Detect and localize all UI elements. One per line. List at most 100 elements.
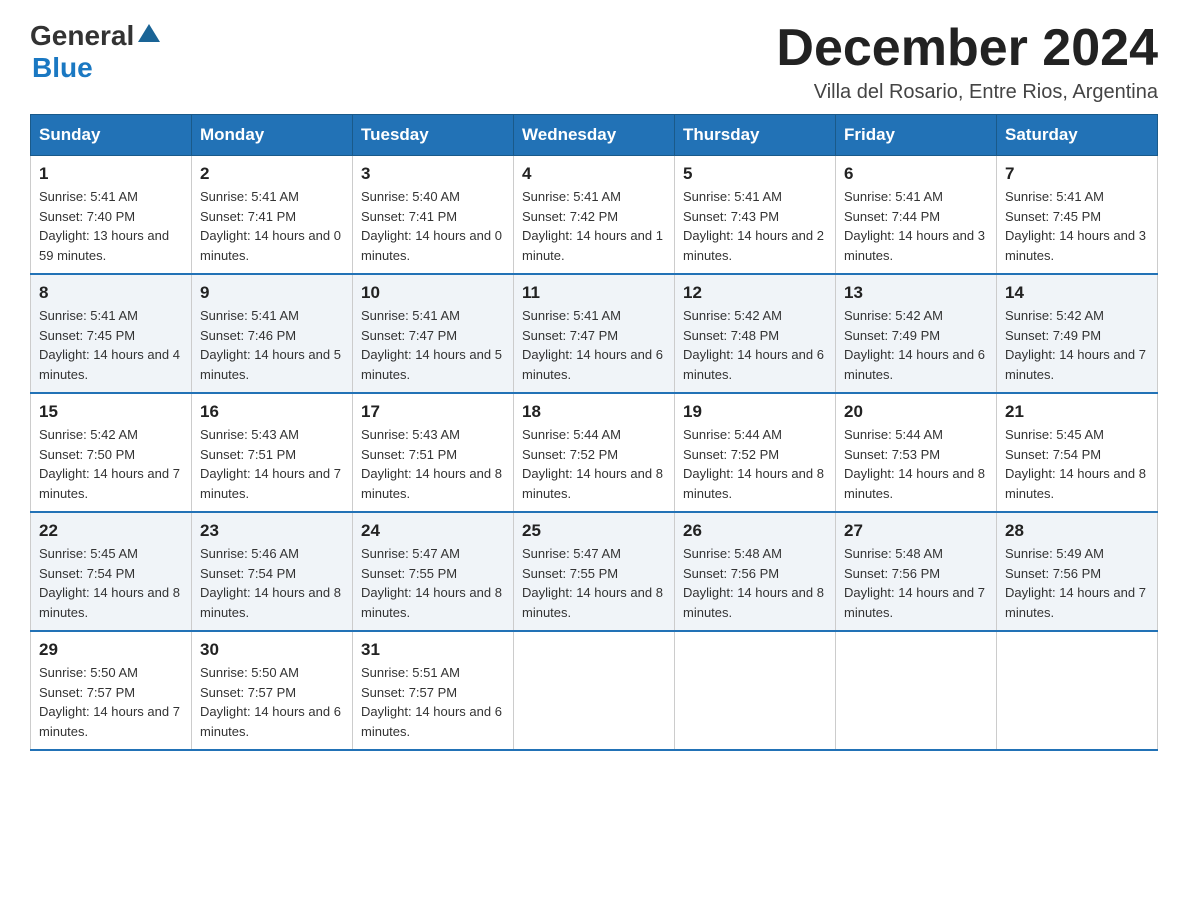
day-number: 25	[522, 521, 666, 541]
day-info: Sunrise: 5:41 AMSunset: 7:41 PMDaylight:…	[200, 189, 341, 263]
day-number: 11	[522, 283, 666, 303]
calendar-cell: 16 Sunrise: 5:43 AMSunset: 7:51 PMDaylig…	[192, 393, 353, 512]
day-number: 9	[200, 283, 344, 303]
day-number: 24	[361, 521, 505, 541]
header-monday: Monday	[192, 115, 353, 156]
calendar-cell	[675, 631, 836, 750]
day-number: 22	[39, 521, 183, 541]
day-number: 17	[361, 402, 505, 422]
day-info: Sunrise: 5:46 AMSunset: 7:54 PMDaylight:…	[200, 546, 341, 620]
day-number: 7	[1005, 164, 1149, 184]
day-number: 31	[361, 640, 505, 660]
day-info: Sunrise: 5:47 AMSunset: 7:55 PMDaylight:…	[361, 546, 502, 620]
day-info: Sunrise: 5:47 AMSunset: 7:55 PMDaylight:…	[522, 546, 663, 620]
day-info: Sunrise: 5:41 AMSunset: 7:45 PMDaylight:…	[1005, 189, 1146, 263]
calendar-cell: 24 Sunrise: 5:47 AMSunset: 7:55 PMDaylig…	[353, 512, 514, 631]
calendar-cell: 12 Sunrise: 5:42 AMSunset: 7:48 PMDaylig…	[675, 274, 836, 393]
calendar-cell	[836, 631, 997, 750]
day-number: 18	[522, 402, 666, 422]
calendar-cell: 25 Sunrise: 5:47 AMSunset: 7:55 PMDaylig…	[514, 512, 675, 631]
day-info: Sunrise: 5:51 AMSunset: 7:57 PMDaylight:…	[361, 665, 502, 739]
day-info: Sunrise: 5:41 AMSunset: 7:46 PMDaylight:…	[200, 308, 341, 382]
day-info: Sunrise: 5:41 AMSunset: 7:45 PMDaylight:…	[39, 308, 180, 382]
calendar-cell: 28 Sunrise: 5:49 AMSunset: 7:56 PMDaylig…	[997, 512, 1158, 631]
day-number: 5	[683, 164, 827, 184]
calendar-cell: 5 Sunrise: 5:41 AMSunset: 7:43 PMDayligh…	[675, 156, 836, 275]
calendar-cell: 8 Sunrise: 5:41 AMSunset: 7:45 PMDayligh…	[31, 274, 192, 393]
page-header: General Blue December 2024 Villa del Ros…	[30, 20, 1158, 104]
calendar-cell: 19 Sunrise: 5:44 AMSunset: 7:52 PMDaylig…	[675, 393, 836, 512]
day-number: 1	[39, 164, 183, 184]
logo-general-text: General	[30, 20, 134, 52]
calendar-week-row: 8 Sunrise: 5:41 AMSunset: 7:45 PMDayligh…	[31, 274, 1158, 393]
day-number: 19	[683, 402, 827, 422]
calendar-cell: 7 Sunrise: 5:41 AMSunset: 7:45 PMDayligh…	[997, 156, 1158, 275]
day-info: Sunrise: 5:41 AMSunset: 7:47 PMDaylight:…	[361, 308, 502, 382]
day-info: Sunrise: 5:42 AMSunset: 7:50 PMDaylight:…	[39, 427, 180, 501]
day-number: 26	[683, 521, 827, 541]
day-info: Sunrise: 5:45 AMSunset: 7:54 PMDaylight:…	[1005, 427, 1146, 501]
day-info: Sunrise: 5:45 AMSunset: 7:54 PMDaylight:…	[39, 546, 180, 620]
day-info: Sunrise: 5:48 AMSunset: 7:56 PMDaylight:…	[683, 546, 824, 620]
day-info: Sunrise: 5:41 AMSunset: 7:42 PMDaylight:…	[522, 189, 663, 263]
calendar-week-row: 22 Sunrise: 5:45 AMSunset: 7:54 PMDaylig…	[31, 512, 1158, 631]
calendar-cell: 21 Sunrise: 5:45 AMSunset: 7:54 PMDaylig…	[997, 393, 1158, 512]
day-info: Sunrise: 5:44 AMSunset: 7:53 PMDaylight:…	[844, 427, 985, 501]
title-block: December 2024 Villa del Rosario, Entre R…	[776, 20, 1158, 104]
day-info: Sunrise: 5:44 AMSunset: 7:52 PMDaylight:…	[522, 427, 663, 501]
day-number: 30	[200, 640, 344, 660]
calendar-cell	[514, 631, 675, 750]
calendar-cell: 31 Sunrise: 5:51 AMSunset: 7:57 PMDaylig…	[353, 631, 514, 750]
calendar-cell	[997, 631, 1158, 750]
day-info: Sunrise: 5:41 AMSunset: 7:40 PMDaylight:…	[39, 189, 169, 263]
day-number: 27	[844, 521, 988, 541]
day-number: 14	[1005, 283, 1149, 303]
calendar-header-row: SundayMondayTuesdayWednesdayThursdayFrid…	[31, 115, 1158, 156]
calendar-cell: 6 Sunrise: 5:41 AMSunset: 7:44 PMDayligh…	[836, 156, 997, 275]
calendar-cell: 14 Sunrise: 5:42 AMSunset: 7:49 PMDaylig…	[997, 274, 1158, 393]
day-info: Sunrise: 5:44 AMSunset: 7:52 PMDaylight:…	[683, 427, 824, 501]
calendar-week-row: 1 Sunrise: 5:41 AMSunset: 7:40 PMDayligh…	[31, 156, 1158, 275]
calendar-cell: 2 Sunrise: 5:41 AMSunset: 7:41 PMDayligh…	[192, 156, 353, 275]
day-info: Sunrise: 5:43 AMSunset: 7:51 PMDaylight:…	[200, 427, 341, 501]
day-number: 10	[361, 283, 505, 303]
day-number: 16	[200, 402, 344, 422]
day-info: Sunrise: 5:42 AMSunset: 7:49 PMDaylight:…	[844, 308, 985, 382]
calendar-cell: 30 Sunrise: 5:50 AMSunset: 7:57 PMDaylig…	[192, 631, 353, 750]
day-info: Sunrise: 5:49 AMSunset: 7:56 PMDaylight:…	[1005, 546, 1146, 620]
day-info: Sunrise: 5:50 AMSunset: 7:57 PMDaylight:…	[200, 665, 341, 739]
calendar-cell: 22 Sunrise: 5:45 AMSunset: 7:54 PMDaylig…	[31, 512, 192, 631]
logo-blue-text: Blue	[32, 52, 93, 84]
calendar-week-row: 29 Sunrise: 5:50 AMSunset: 7:57 PMDaylig…	[31, 631, 1158, 750]
logo: General Blue	[30, 20, 160, 84]
header-sunday: Sunday	[31, 115, 192, 156]
header-thursday: Thursday	[675, 115, 836, 156]
day-info: Sunrise: 5:41 AMSunset: 7:47 PMDaylight:…	[522, 308, 663, 382]
day-number: 28	[1005, 521, 1149, 541]
calendar-cell: 18 Sunrise: 5:44 AMSunset: 7:52 PMDaylig…	[514, 393, 675, 512]
day-info: Sunrise: 5:41 AMSunset: 7:43 PMDaylight:…	[683, 189, 824, 263]
day-number: 13	[844, 283, 988, 303]
header-tuesday: Tuesday	[353, 115, 514, 156]
header-saturday: Saturday	[997, 115, 1158, 156]
calendar-cell: 9 Sunrise: 5:41 AMSunset: 7:46 PMDayligh…	[192, 274, 353, 393]
day-number: 12	[683, 283, 827, 303]
calendar-cell: 1 Sunrise: 5:41 AMSunset: 7:40 PMDayligh…	[31, 156, 192, 275]
day-number: 23	[200, 521, 344, 541]
calendar-cell: 27 Sunrise: 5:48 AMSunset: 7:56 PMDaylig…	[836, 512, 997, 631]
day-number: 21	[1005, 402, 1149, 422]
calendar-cell: 17 Sunrise: 5:43 AMSunset: 7:51 PMDaylig…	[353, 393, 514, 512]
day-info: Sunrise: 5:42 AMSunset: 7:48 PMDaylight:…	[683, 308, 824, 382]
logo-triangle-icon	[138, 22, 160, 44]
day-info: Sunrise: 5:43 AMSunset: 7:51 PMDaylight:…	[361, 427, 502, 501]
calendar-cell: 29 Sunrise: 5:50 AMSunset: 7:57 PMDaylig…	[31, 631, 192, 750]
calendar-week-row: 15 Sunrise: 5:42 AMSunset: 7:50 PMDaylig…	[31, 393, 1158, 512]
day-number: 4	[522, 164, 666, 184]
day-number: 3	[361, 164, 505, 184]
day-number: 29	[39, 640, 183, 660]
calendar-cell: 4 Sunrise: 5:41 AMSunset: 7:42 PMDayligh…	[514, 156, 675, 275]
day-info: Sunrise: 5:42 AMSunset: 7:49 PMDaylight:…	[1005, 308, 1146, 382]
day-number: 15	[39, 402, 183, 422]
day-number: 20	[844, 402, 988, 422]
day-number: 8	[39, 283, 183, 303]
